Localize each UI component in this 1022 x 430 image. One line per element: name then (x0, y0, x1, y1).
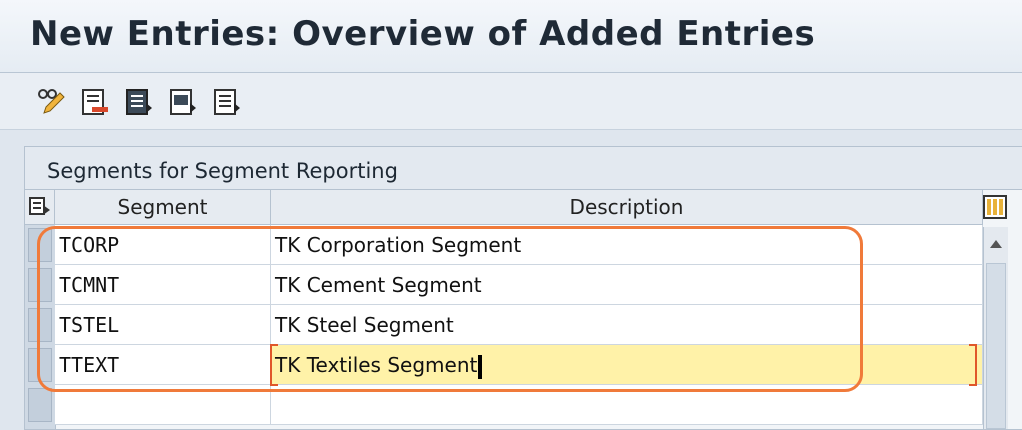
select-block-button[interactable] (168, 87, 198, 117)
column-header-description[interactable]: Description (271, 190, 983, 225)
select-all-button[interactable] (124, 87, 154, 117)
select-block-icon (170, 89, 196, 115)
description-field[interactable]: TK Corporation Segment (271, 225, 983, 265)
table-title-bar: Segments for Segment Reporting (25, 147, 1022, 190)
column-config-icon (983, 195, 1007, 219)
delete-row-icon (82, 89, 108, 115)
input-focus-mark-right (969, 344, 977, 386)
deselect-all-icon (214, 89, 240, 115)
row-selector[interactable] (28, 348, 52, 382)
table-title: Segments for Segment Reporting (47, 159, 398, 183)
input-focus-mark-left (270, 344, 278, 386)
table-settings-icon (28, 197, 50, 215)
toolbar (0, 73, 1022, 130)
scroll-track[interactable] (986, 263, 1006, 429)
segment-field[interactable]: TCORP (55, 225, 271, 265)
scroll-up-button[interactable] (984, 233, 1008, 255)
pencil-glasses-icon (38, 89, 65, 114)
row-selector[interactable] (28, 308, 52, 342)
select-all-icon (126, 89, 152, 115)
description-field[interactable]: TK Cement Segment (271, 265, 983, 305)
display-change-button[interactable] (36, 87, 66, 117)
segment-field[interactable] (55, 385, 271, 425)
vertical-scrollbar[interactable] (983, 227, 1008, 429)
description-field[interactable]: TK Steel Segment (271, 305, 983, 345)
column-header-segment[interactable]: Segment (55, 190, 271, 225)
table-control: Segments for Segment Reporting Segment D… (24, 146, 1022, 430)
description-field[interactable] (271, 385, 983, 425)
text-cursor (478, 354, 483, 379)
page-title: New Entries: Overview of Added Entries (30, 14, 816, 54)
description-text: TK Textiles Segment (275, 353, 478, 377)
title-bar: New Entries: Overview of Added Entries (0, 0, 1022, 73)
description-field-active[interactable]: TK Textiles Segment (271, 345, 983, 385)
segment-field[interactable]: TTEXT (55, 345, 271, 385)
row-selector[interactable] (28, 228, 52, 262)
row-selector[interactable] (28, 268, 52, 302)
arrow-up-icon (990, 240, 1002, 248)
segment-field[interactable]: TSTEL (55, 305, 271, 345)
deselect-all-button[interactable] (212, 87, 242, 117)
segment-field[interactable]: TCMNT (55, 265, 271, 305)
delete-button[interactable] (80, 87, 110, 117)
table-settings-corner[interactable] (25, 190, 55, 225)
row-selector[interactable] (28, 388, 52, 422)
row-selector-column (25, 225, 56, 429)
column-config-button[interactable] (983, 192, 1007, 222)
